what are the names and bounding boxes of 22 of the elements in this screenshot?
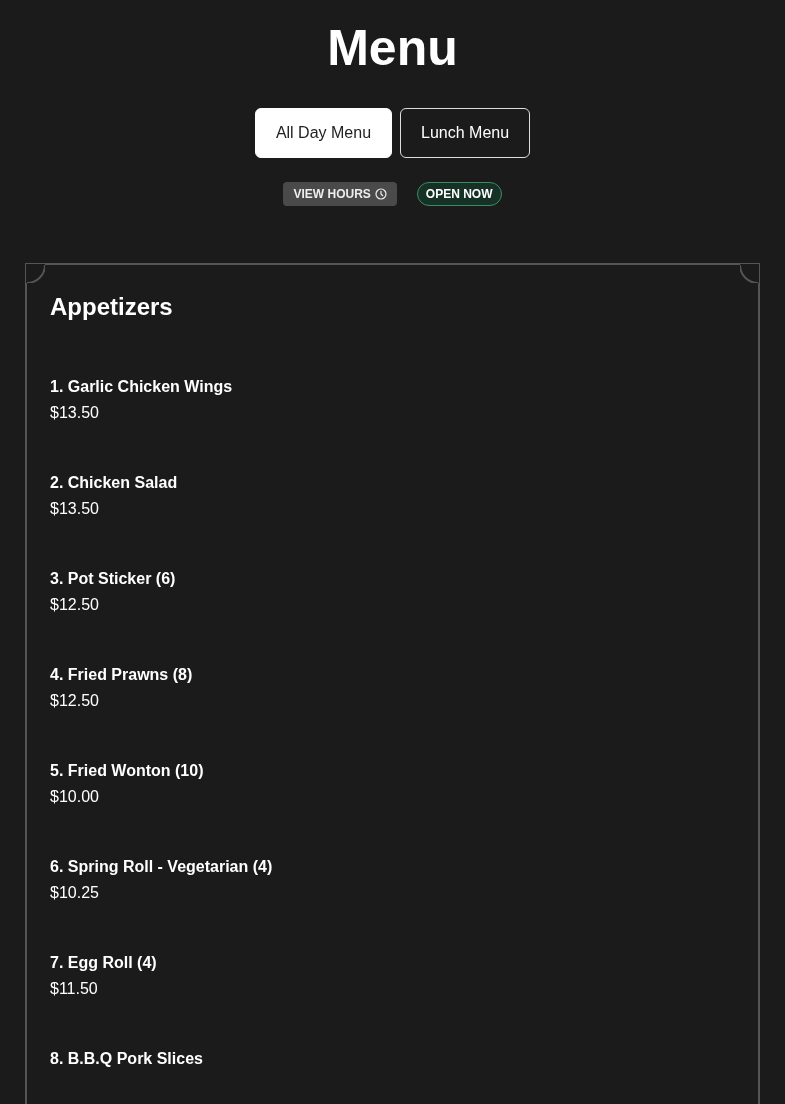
item-name: 7. Egg Roll (4) (50, 953, 158, 973)
item-name: 3. Pot Sticker (6) (50, 569, 177, 589)
section-title: Appetizers (50, 292, 174, 322)
item-name: 1. Garlic Chicken Wings (50, 377, 234, 397)
view-hours-button[interactable]: VIEW HOURS (283, 182, 397, 206)
clock-icon (374, 188, 387, 200)
item-name: 6. Spring Roll - Vegetarian (4) (50, 857, 274, 877)
item-price: $13.50 (50, 403, 100, 423)
item-price: $13.50 (50, 499, 100, 519)
item-name: 8. B.B.Q Pork Slices (50, 1049, 204, 1069)
item-name: 2. Chicken Salad (50, 473, 179, 493)
item-price: $11.50 (50, 979, 99, 999)
item-price: $10.00 (50, 787, 100, 807)
item-name: 5. Fried Wonton (10) (50, 761, 205, 781)
menu-tab[interactable]: All Day Menu (254, 108, 393, 158)
item-price: $12.50 (50, 595, 100, 615)
menu-tab[interactable]: Lunch Menu (400, 108, 531, 158)
item-price: $10.25 (50, 883, 100, 903)
item-name: 4. Fried Prawns (8) (50, 665, 194, 685)
status-badge: OPEN NOW (416, 182, 502, 206)
page-title: Menu (327, 20, 458, 76)
item-price: $12.50 (50, 691, 100, 711)
